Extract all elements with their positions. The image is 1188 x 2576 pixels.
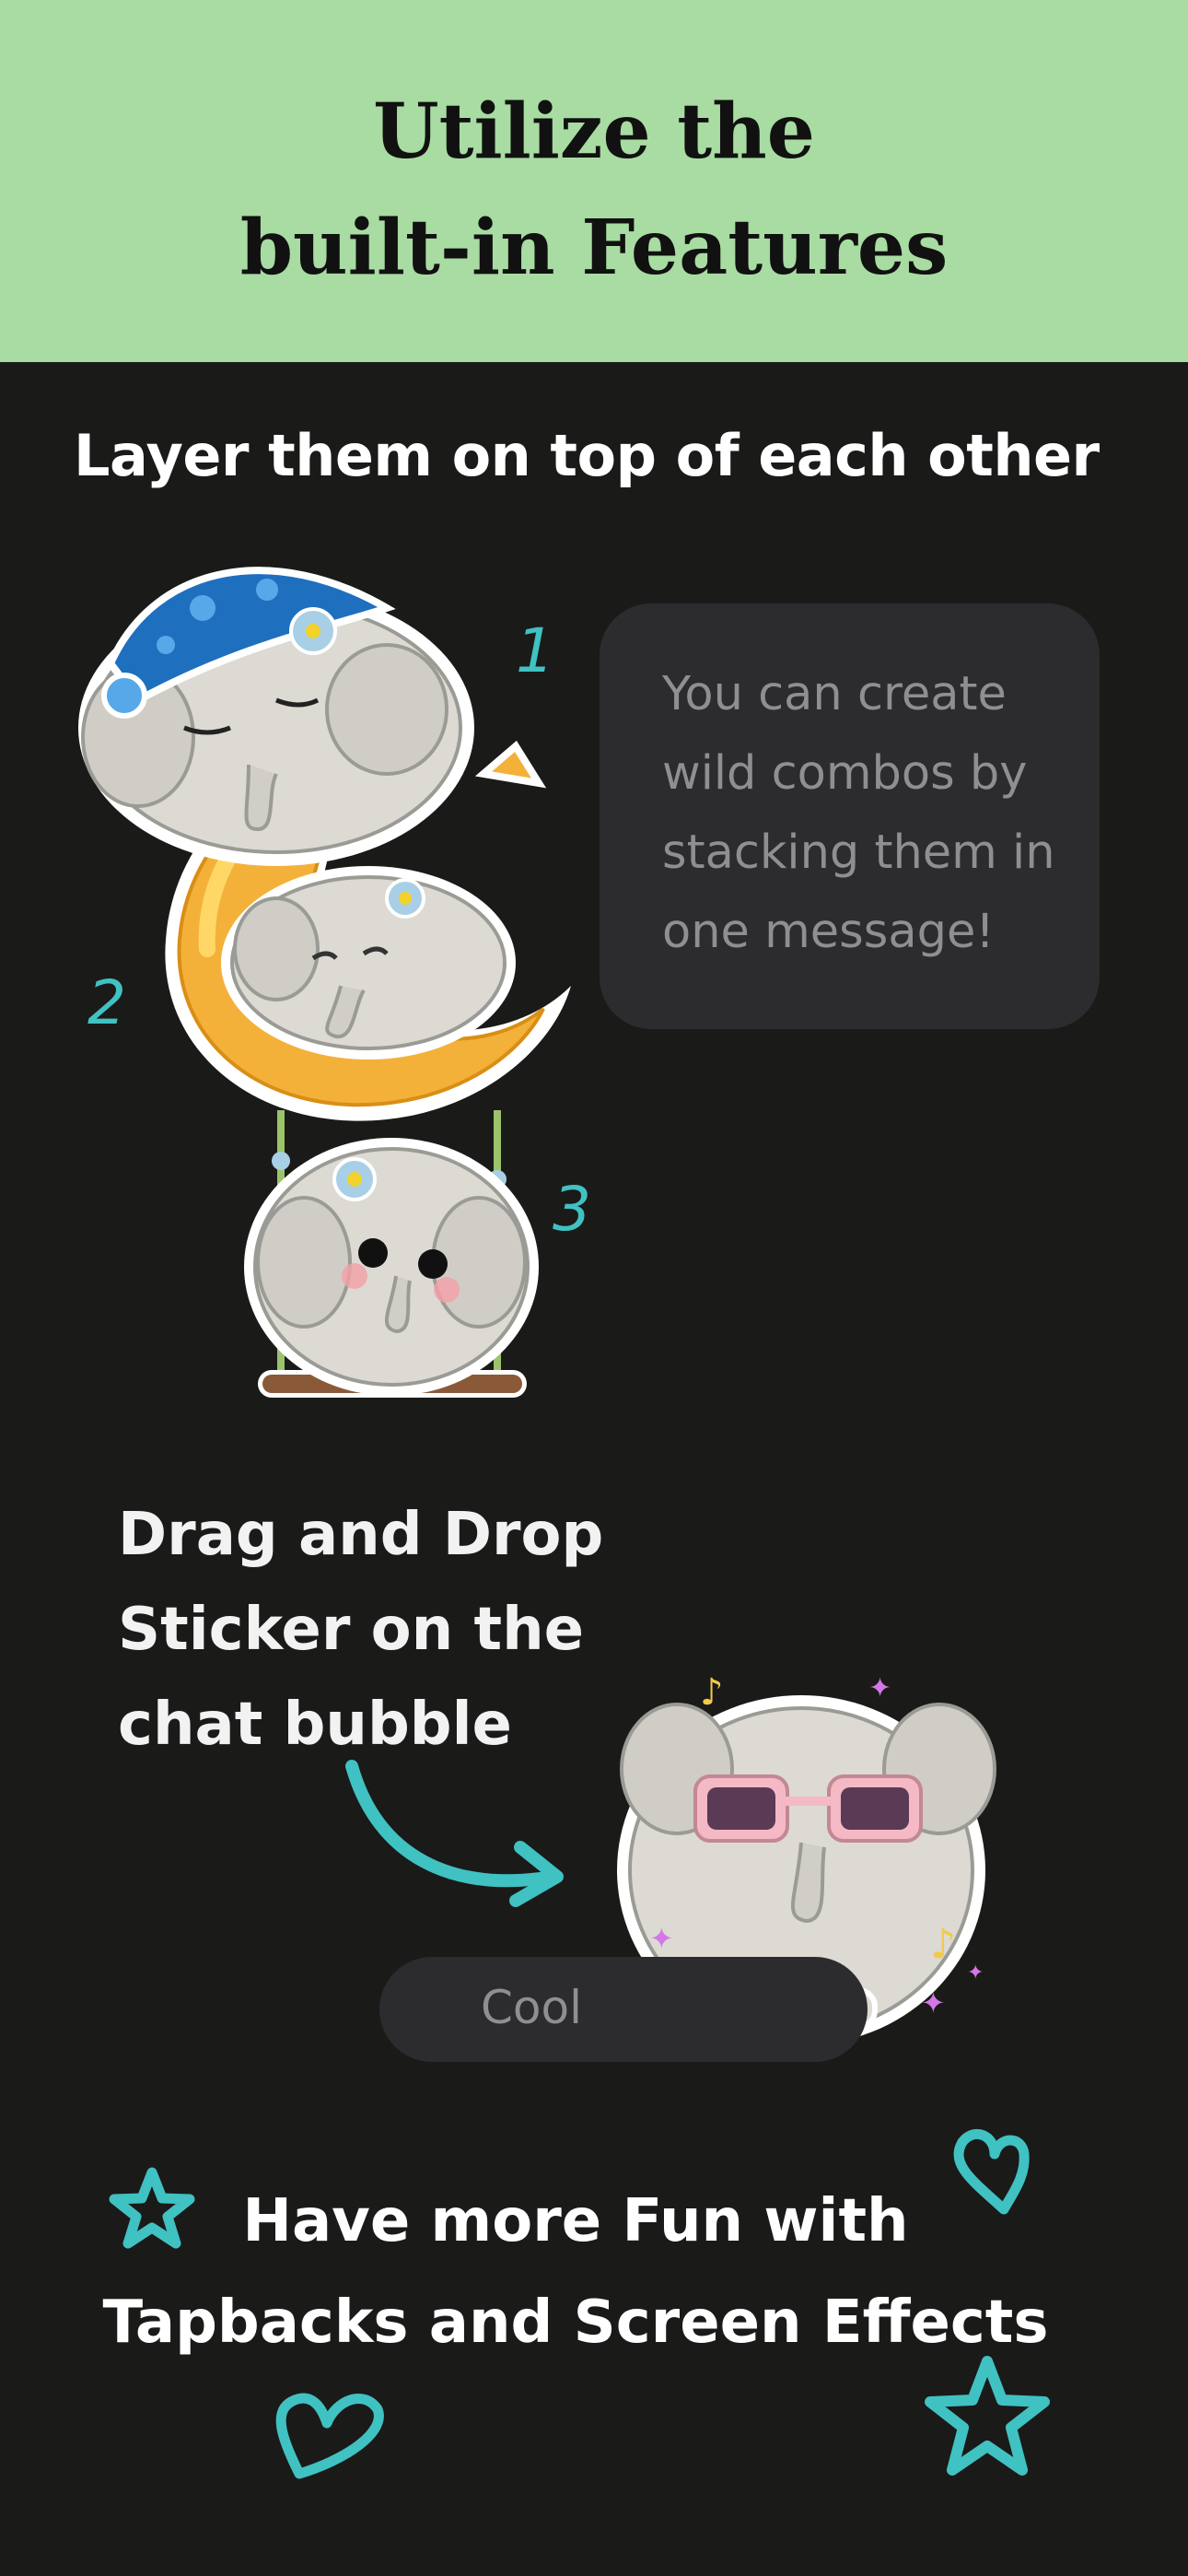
- bubble-line-1: You can create: [662, 667, 1007, 721]
- elephant-sleeping-sticker: [78, 567, 474, 866]
- heart-icon: [275, 2393, 384, 2479]
- svg-text:♪: ♪: [930, 1921, 956, 1968]
- bubble-line-3: stacking them in: [662, 825, 1055, 880]
- cool-chat-bubble: Cool: [379, 1957, 868, 2062]
- moon-sticker: [165, 736, 571, 1121]
- fun-section-text: Have more Fun with Tapbacks and Screen E…: [0, 2171, 1151, 2373]
- step-number-2: 2: [87, 967, 126, 1038]
- svg-text:✦: ✦: [967, 1961, 984, 1985]
- page-title: Utilize the built-in Features: [0, 74, 1188, 306]
- layer-section-title: Layer them on top of each other: [74, 422, 1100, 489]
- bubble-line-4: one message!: [662, 905, 995, 959]
- cool-bubble-text: Cool: [481, 1981, 582, 2034]
- arrow-icon: [345, 1760, 564, 1907]
- header-banner: Utilize the built-in Features: [0, 0, 1188, 362]
- svg-text:✦: ✦: [649, 1921, 674, 1956]
- bubble-line-2: wild combos by: [662, 746, 1028, 801]
- star-icon: [925, 2356, 1050, 2476]
- svg-text:♪: ♪: [700, 1671, 724, 1714]
- step-number-1: 1: [516, 615, 554, 686]
- message-bubble: You can create wild combos by stacking t…: [600, 603, 1100, 1029]
- drag-line-2: Sticker on the: [118, 1596, 585, 1664]
- drag-line-1: Drag and Drop: [118, 1501, 604, 1569]
- elephant-lying-sticker: [221, 866, 516, 1060]
- step-number-3: 3: [553, 1174, 591, 1245]
- title-line-2: built-in Features: [239, 204, 949, 292]
- drag-section-text: Drag and Drop Sticker on the chat bubble: [118, 1488, 603, 1773]
- swing-elephant-sticker: [244, 1110, 539, 1398]
- svg-text:✦: ✦: [921, 1985, 946, 2020]
- title-line-1: Utilize the: [373, 88, 815, 176]
- fun-line-2: Tapbacks and Screen Effects: [102, 2289, 1049, 2357]
- fun-line-1: Have more Fun with: [242, 2187, 909, 2255]
- svg-text:✦: ✦: [868, 1672, 891, 1704]
